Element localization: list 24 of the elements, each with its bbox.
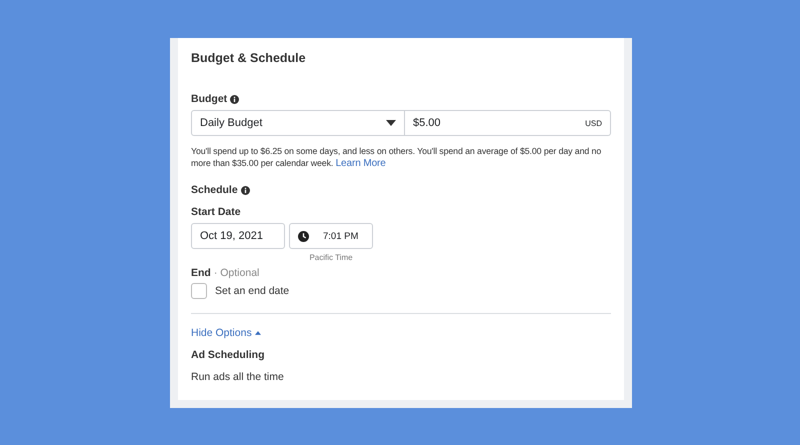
budget-type-dropdown[interactable]: Daily Budget: [191, 110, 405, 136]
field-label: Start Date: [191, 206, 242, 218]
currency-label: USD: [585, 118, 602, 128]
amount-field[interactable]: $5.00 USD: [405, 110, 611, 136]
caret-icon: [254, 331, 261, 335]
field-label: Schedule: [191, 184, 238, 196]
hide-options-link[interactable]: Hide Options: [191, 327, 261, 339]
date-field[interactable]: Oct 19, 2021: [191, 223, 285, 249]
checkbox-label: Set an end date: [215, 285, 290, 297]
section-heading: Ad Scheduling: [191, 349, 266, 361]
timezone-label: Pacific Time: [309, 253, 353, 262]
learn-more-link[interactable]: Learn More: [336, 158, 386, 169]
caret-icon: [386, 120, 396, 126]
info-icon[interactable]: [230, 94, 240, 104]
field-label: Budget: [191, 93, 228, 105]
scheduling-value: Run ads all the time: [191, 371, 285, 383]
budget-help-text: You'll spend up to $6.25 on some days, and less on others. You'll spend an average of $5.00 per day and no more than $35.00 per calendar week. Learn More: [191, 145, 602, 170]
time-field[interactable]: 7:01 PM: [289, 223, 373, 249]
checkbox[interactable]: [191, 283, 207, 299]
optional-hint: · Optional: [214, 267, 260, 279]
field-label: End: [191, 267, 211, 279]
clock-icon: [298, 230, 309, 242]
section-title: Budget & Schedule: [191, 51, 307, 65]
info-icon[interactable]: [240, 186, 250, 194]
